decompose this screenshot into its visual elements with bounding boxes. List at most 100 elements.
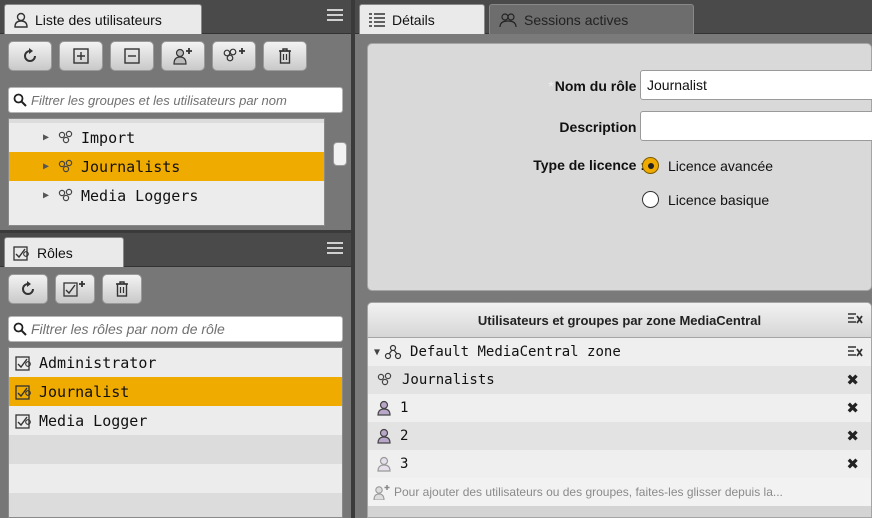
roles-panel-menu-icon[interactable] (327, 242, 343, 256)
zone-network-icon (384, 344, 402, 360)
tab-roles-label: Rôles (37, 244, 73, 261)
group-row-journalists[interactable]: ▶ Journalists (9, 152, 324, 181)
add-group-icon (223, 48, 245, 62)
sessions-icon (499, 12, 517, 27)
clear-filter-icon[interactable] (847, 312, 863, 326)
role-label: Administrator (39, 353, 157, 372)
zone-members-header: Utilisateurs et groupes par zone MediaCe… (368, 303, 871, 338)
role-icon (13, 245, 29, 261)
remove-icon[interactable]: ✖ (846, 399, 859, 417)
empty-row (9, 464, 342, 493)
groups-scrollbar[interactable] (333, 124, 347, 226)
zone-name: Default MediaCentral zone (410, 344, 621, 360)
zone-members-panel: Utilisateurs et groupes par zone MediaCe… (367, 302, 872, 518)
expand-arrow-icon[interactable]: ▶ (43, 190, 53, 201)
collapse-all-button[interactable] (110, 41, 154, 71)
tab-details-label: Détails (392, 11, 435, 28)
role-icon (15, 355, 31, 371)
tab-details[interactable]: Détails (359, 4, 485, 34)
refresh-icon (22, 281, 34, 295)
roles-panel: Rôles Filtrer les rôles par nom de rôle … (0, 233, 351, 518)
role-label: Media Logger (39, 411, 148, 430)
role-row-administrator[interactable]: Administrator (9, 348, 342, 377)
collapse-arrow-icon[interactable]: ▼ (374, 347, 380, 358)
user-icon (14, 12, 28, 28)
expand-arrow-icon[interactable]: ▶ (43, 132, 53, 143)
zone-member-label: Journalists (402, 372, 495, 388)
tab-roles[interactable]: Rôles (4, 237, 124, 267)
refresh-button[interactable] (8, 41, 52, 71)
users-panel-header: Liste des utilisateurs (0, 0, 351, 34)
tab-user-list-label: Liste des utilisateurs (35, 11, 162, 28)
role-details-form: *Nom du rôle : Description : Type de lic… (367, 43, 872, 291)
group-row-import[interactable]: ▶ Import (9, 123, 324, 152)
role-icon (15, 384, 31, 400)
role-row-media-logger[interactable]: Media Logger (9, 406, 342, 435)
expand-arrow-icon[interactable]: ▶ (43, 161, 53, 172)
roles-refresh-button[interactable] (8, 274, 48, 304)
remove-icon[interactable]: ✖ (846, 455, 859, 473)
zone-member-label: 2 (400, 428, 409, 444)
group-label: Journalists (81, 157, 181, 176)
add-user-icon (373, 485, 390, 500)
add-role-button[interactable] (55, 274, 95, 304)
description-input[interactable] (640, 111, 872, 141)
zone-member-row[interactable]: 3 ✖ (368, 450, 871, 478)
user-icon (377, 428, 391, 444)
role-icon (15, 413, 31, 429)
license-basic-radio[interactable]: Licence basique (642, 191, 769, 208)
expand-all-button[interactable] (59, 41, 103, 71)
delete-button[interactable] (263, 41, 307, 71)
roles-search-input[interactable] (31, 321, 342, 337)
description-label: Description : (559, 119, 645, 135)
role-row-journalist[interactable]: Journalist (9, 377, 342, 406)
drop-hint: Pour ajouter des utilisateurs ou des gro… (368, 478, 871, 506)
clear-filter-icon[interactable] (847, 345, 863, 359)
tab-user-list[interactable]: Liste des utilisateurs (4, 4, 202, 34)
group-row-media-loggers[interactable]: ▶ Media Loggers (9, 181, 324, 210)
roles-list: Administrator Journalist Media Logger (8, 347, 343, 518)
license-advanced-label: Licence avancée (668, 157, 774, 174)
delete-role-button[interactable] (102, 274, 142, 304)
users-panel-menu-icon[interactable] (327, 9, 343, 23)
zone-members-title: Utilisateurs et groupes par zone MediaCe… (477, 312, 762, 328)
zone-member-row[interactable]: 1 ✖ (368, 394, 871, 422)
group-label: Media Loggers (81, 186, 199, 205)
required-asterisk-icon: * (548, 78, 554, 94)
add-role-icon (63, 281, 85, 297)
license-type-label: Type de licence : (533, 157, 645, 173)
radio-checked-icon[interactable] (642, 157, 659, 174)
users-search-field[interactable] (8, 87, 343, 113)
trash-icon (279, 48, 291, 64)
license-advanced-radio[interactable]: Licence avancée (642, 157, 773, 174)
remove-icon[interactable]: ✖ (846, 427, 859, 445)
collapse-icon (124, 48, 140, 64)
group-icon (377, 372, 392, 386)
zone-member-row[interactable]: 2 ✖ (368, 422, 871, 450)
users-panel: Liste des utilisateurs Filtrer les group… (0, 0, 351, 230)
details-panel: Détails Sessions actives *Nom du rôle : … (355, 0, 872, 518)
role-name-label: *Nom du rôle : (548, 78, 645, 94)
add-user-button[interactable] (161, 41, 205, 71)
license-basic-label: Licence basique (668, 191, 770, 208)
radio-unchecked-icon[interactable] (642, 191, 659, 208)
zone-member-label: 3 (400, 456, 409, 472)
user-icon (377, 456, 391, 472)
zone-row-default[interactable]: ▼ Default MediaCentral zone (368, 338, 871, 366)
roles-search-field[interactable] (8, 316, 343, 342)
expand-icon (73, 48, 89, 64)
roles-panel-header: Rôles (0, 233, 351, 267)
group-label: Import (81, 128, 136, 147)
groups-list: ▶ Import ▶ Journalists ▶ Media Loggers (8, 118, 325, 226)
remove-icon[interactable]: ✖ (846, 371, 859, 389)
role-name-input[interactable] (640, 70, 872, 100)
empty-row (9, 435, 342, 464)
add-group-button[interactable] (212, 41, 256, 71)
scroll-thumb[interactable] (333, 142, 347, 166)
users-search-input[interactable] (31, 92, 342, 108)
zone-member-row[interactable]: Journalists ✖ (368, 366, 871, 394)
tab-active-sessions[interactable]: Sessions actives (489, 4, 694, 34)
group-icon (58, 159, 73, 172)
search-icon (13, 322, 27, 336)
refresh-icon (24, 48, 36, 62)
